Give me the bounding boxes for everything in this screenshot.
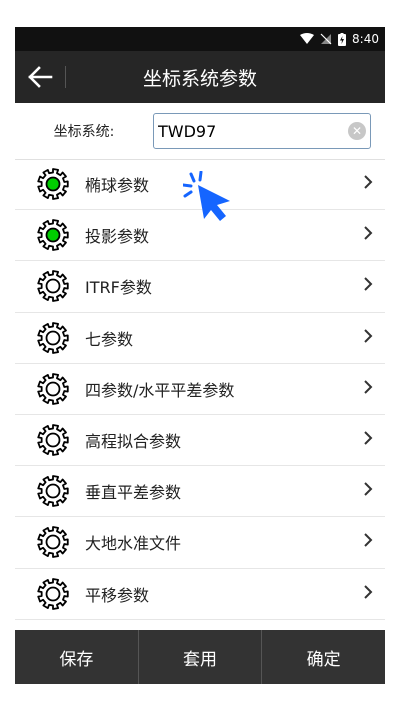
gear-icon (37, 577, 69, 610)
list-item-label: 投影参数 (85, 227, 150, 247)
gear-icon (37, 270, 69, 303)
list-item[interactable]: 平移参数 (15, 569, 385, 620)
chevron-right-icon (364, 584, 373, 599)
title-bar: 坐标系统参数 (15, 51, 385, 103)
list-item-label: 大地水准文件 (85, 534, 182, 554)
gear-icon (37, 219, 69, 252)
list-item-label: 七参数 (85, 329, 134, 349)
list-item-label: 高程拟合参数 (85, 432, 182, 452)
gear-icon (37, 168, 69, 200)
page-title: 坐标系统参数 (142, 67, 257, 90)
chevron-right-icon (364, 226, 373, 240)
apply-button[interactable]: 套用 (139, 630, 263, 684)
list-item-label: ITRF参数 (85, 278, 152, 298)
no-sim-icon (320, 33, 332, 45)
gear-icon (37, 526, 69, 559)
coord-system-label: 坐标系统: (53, 124, 115, 140)
chevron-right-icon (364, 482, 373, 496)
coord-system-field[interactable]: ✕ (153, 113, 371, 149)
confirm-button[interactable]: 确定 (262, 630, 385, 684)
list-item-label: 垂直平差参数 (85, 483, 182, 503)
chevron-right-icon (364, 380, 373, 394)
gear-icon (37, 475, 69, 508)
save-button[interactable]: 保存 (15, 630, 139, 684)
chevron-right-icon (364, 431, 373, 445)
back-arrow-icon (28, 66, 53, 88)
back-button[interactable] (15, 51, 65, 103)
coord-system-row: 坐标系统: ✕ (15, 103, 385, 160)
chevron-right-icon (364, 533, 373, 548)
list-item[interactable]: 大地水准文件 (15, 517, 385, 569)
chevron-right-icon (364, 277, 373, 292)
list-item[interactable]: ITRF参数 (15, 261, 385, 313)
status-bar: 8:40 (15, 27, 385, 51)
list-item-label: 四参数/水平平差参数 (85, 380, 235, 400)
pointer-cursor-icon (183, 171, 230, 221)
title-divider (65, 66, 66, 88)
list-item[interactable]: 高程拟合参数 (15, 415, 385, 467)
parameter-list: 椭球参数投影参数 ITRF参数 七参数四参数/水平平差参数 高程拟合参数 垂直平差参数大… (15, 159, 385, 620)
gear-icon (37, 321, 69, 354)
list-item-label: 椭球参数 (85, 176, 150, 196)
list-item[interactable]: 四参数/水平平差参数 (15, 364, 385, 415)
list-item-label: 平移参数 (85, 585, 150, 605)
battery-icon (338, 32, 347, 46)
gear-icon (37, 372, 69, 405)
coord-system-input[interactable] (156, 115, 340, 147)
clear-icon[interactable]: ✕ (348, 122, 366, 140)
chevron-right-icon (364, 328, 373, 343)
status-time: 8:40 (352, 32, 379, 46)
bottom-bar: 保存 套用 确定 (15, 630, 385, 684)
list-item[interactable]: 垂直平差参数 (15, 466, 385, 518)
app-screen: 8:40 坐标系统参数 坐标系统: ✕ 椭球参数投影参数 ITRF参数七参数四参数… (15, 27, 385, 684)
gear-icon (37, 424, 69, 456)
chevron-right-icon (364, 175, 373, 189)
list-item[interactable]: 七参数 (15, 313, 385, 364)
wifi-icon (300, 33, 315, 44)
